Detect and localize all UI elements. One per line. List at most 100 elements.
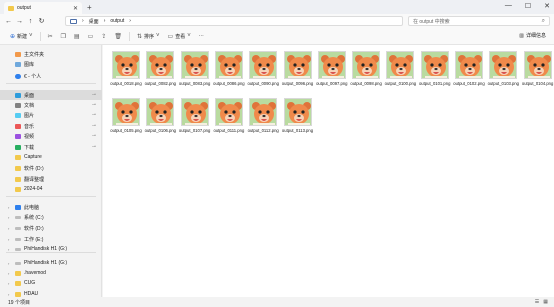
- close-window-button[interactable]: ✕: [544, 2, 550, 10]
- chevron-down-icon: ˅: [29, 33, 33, 39]
- pin-icon: ⊸: [91, 112, 96, 118]
- sidebar-item-label: 主文件夹: [24, 51, 45, 58]
- details-button[interactable]: ▥ 详细信息: [519, 32, 546, 40]
- new-tab-button[interactable]: +: [87, 3, 92, 12]
- file-tile[interactable]: output_0018.png: [109, 49, 142, 96]
- chevron-right-icon[interactable]: ›: [8, 292, 12, 297]
- navigation-bar: ← → ↑ ↻ › 桌面 › output › 在 output 中搜索 ⌕: [0, 14, 554, 28]
- sidebar-item[interactable]: › CUG: [0, 278, 102, 288]
- breadcrumb-output[interactable]: output: [110, 18, 124, 24]
- arrow-right-icon[interactable]: →: [14, 18, 25, 25]
- file-tile[interactable]: output_0097.png: [315, 49, 348, 96]
- arrow-up-icon[interactable]: ↑: [25, 18, 36, 25]
- close-tab-icon[interactable]: ✕: [73, 5, 78, 12]
- sidebar-item[interactable]: 图库: [0, 59, 102, 69]
- chevron-right-icon[interactable]: ›: [8, 226, 12, 231]
- search-input[interactable]: 在 output 中搜索 ⌕: [408, 16, 550, 26]
- sidebar-item[interactable]: › .havemod: [0, 268, 102, 278]
- cut-button[interactable]: ✂: [44, 33, 57, 40]
- file-tile[interactable]: output_0102.png: [452, 49, 485, 96]
- drive-icon: [15, 261, 21, 265]
- thumbnail-view-icon[interactable]: ▦: [543, 299, 548, 305]
- sidebar-item-label: 下载: [24, 144, 35, 151]
- minimize-button[interactable]: —: [505, 2, 512, 10]
- file-tile[interactable]: output_0107.png: [178, 96, 210, 143]
- sidebar-item[interactable]: 主文件夹: [0, 49, 102, 59]
- file-tile[interactable]: output_0098.png: [349, 49, 382, 96]
- new-button[interactable]: ⊕ 新建 ˅: [6, 33, 37, 40]
- chevron-right-icon[interactable]: ›: [8, 271, 12, 276]
- file-tile[interactable]: output_0104.png: [521, 49, 553, 96]
- sort-label: 排序: [144, 33, 155, 40]
- file-name: output_0101.png: [418, 81, 451, 86]
- image-thumbnail: [180, 51, 209, 79]
- sidebar-item[interactable]: 图片 ⊸: [0, 110, 102, 120]
- file-tile[interactable]: output_0103.png: [486, 49, 519, 96]
- arrow-left-icon[interactable]: ←: [3, 18, 14, 25]
- gallery-icon: [15, 61, 21, 67]
- chevron-right-icon[interactable]: ›: [8, 247, 12, 252]
- file-tile[interactable]: output_0082.png: [143, 49, 176, 96]
- sidebar-item[interactable]: 文档 ⊸: [0, 100, 102, 110]
- status-bar: 19 个项目 ☰ ▦: [0, 297, 554, 307]
- sidebar-item[interactable]: 桌面 ⊸: [0, 90, 102, 100]
- folder-icon: [15, 291, 21, 297]
- image-thumbnail: [317, 51, 346, 79]
- chevron-right-icon[interactable]: ›: [8, 261, 12, 266]
- file-tile[interactable]: output_0090.png: [246, 49, 279, 96]
- view-button[interactable]: ▭ 查看 ˅: [164, 33, 195, 40]
- sidebar-item[interactable]: 软件 (D:): [0, 163, 102, 173]
- image-thumbnail: [283, 98, 312, 126]
- paste-icon: ▤: [73, 33, 80, 40]
- paste-button[interactable]: ▤: [70, 33, 84, 40]
- sort-button[interactable]: ⇅ 排序 ˅: [133, 33, 164, 40]
- sidebar-item[interactable]: € - 个人: [0, 71, 102, 81]
- refresh-icon[interactable]: ↻: [36, 17, 47, 25]
- rename-button[interactable]: ▭: [84, 33, 98, 40]
- file-tile[interactable]: output_0096.png: [281, 49, 313, 96]
- sidebar-item[interactable]: 翻译整理: [0, 174, 102, 184]
- sidebar-item[interactable]: › PhiHandisk H1 (G:): [0, 258, 102, 268]
- image-thumbnail: [283, 51, 312, 79]
- file-tile[interactable]: output_0113.png: [281, 96, 313, 143]
- delete-button[interactable]: 🗑: [110, 33, 126, 40]
- folder-icon: [15, 186, 21, 192]
- drive-icon: [15, 237, 21, 241]
- file-tile[interactable]: output_0086.png: [212, 49, 245, 96]
- music-icon: [15, 123, 21, 129]
- sidebar-item[interactable]: 音乐 ⊸: [0, 121, 102, 131]
- sidebar-item-label: 软件 (D:): [24, 165, 44, 172]
- sidebar-item[interactable]: › 工作 (E:): [0, 234, 102, 244]
- copy-icon: ❐: [60, 33, 66, 40]
- divider: [6, 83, 96, 84]
- more-button[interactable]: ···: [195, 33, 208, 39]
- image-thumbnail: [112, 98, 140, 126]
- file-tile[interactable]: output_0111.png: [212, 96, 244, 143]
- file-tile[interactable]: output_0106.png: [143, 96, 176, 143]
- chevron-right-icon[interactable]: ›: [8, 205, 12, 210]
- file-tile[interactable]: output_0105.png: [109, 96, 142, 143]
- file-tile[interactable]: output_0112.png: [246, 96, 279, 143]
- share-button[interactable]: ⇪: [97, 33, 110, 40]
- details-view-icon[interactable]: ☰: [535, 299, 539, 305]
- chevron-right-icon[interactable]: ›: [8, 215, 12, 220]
- file-tile[interactable]: output_0101.png: [418, 49, 450, 96]
- sidebar-item[interactable]: › 此电脑: [0, 202, 102, 212]
- sidebar-item[interactable]: Capture: [0, 152, 102, 162]
- sidebar-item[interactable]: › 软件 (D:): [0, 223, 102, 233]
- item-count: 19 个项目: [8, 299, 30, 306]
- file-tile[interactable]: output_0083.png: [178, 49, 210, 96]
- breadcrumb-desktop[interactable]: 桌面: [89, 18, 99, 25]
- copy-button[interactable]: ❐: [57, 33, 70, 40]
- file-tile[interactable]: output_0100.png: [383, 49, 416, 96]
- maximize-button[interactable]: ☐: [525, 2, 531, 10]
- sidebar-item[interactable]: › 系统 (C:): [0, 212, 102, 222]
- chevron-right-icon[interactable]: ›: [8, 237, 12, 242]
- sidebar-item[interactable]: 视频 ⊸: [0, 131, 102, 141]
- chevron-right-icon[interactable]: ›: [8, 281, 12, 286]
- sidebar-item[interactable]: 下载 ⊸: [0, 142, 102, 152]
- sidebar-item[interactable]: 2024-04: [0, 184, 102, 194]
- tab-output[interactable]: output ✕: [4, 2, 82, 14]
- address-bar[interactable]: › 桌面 › output ›: [65, 16, 403, 26]
- folder-icon: [15, 154, 21, 160]
